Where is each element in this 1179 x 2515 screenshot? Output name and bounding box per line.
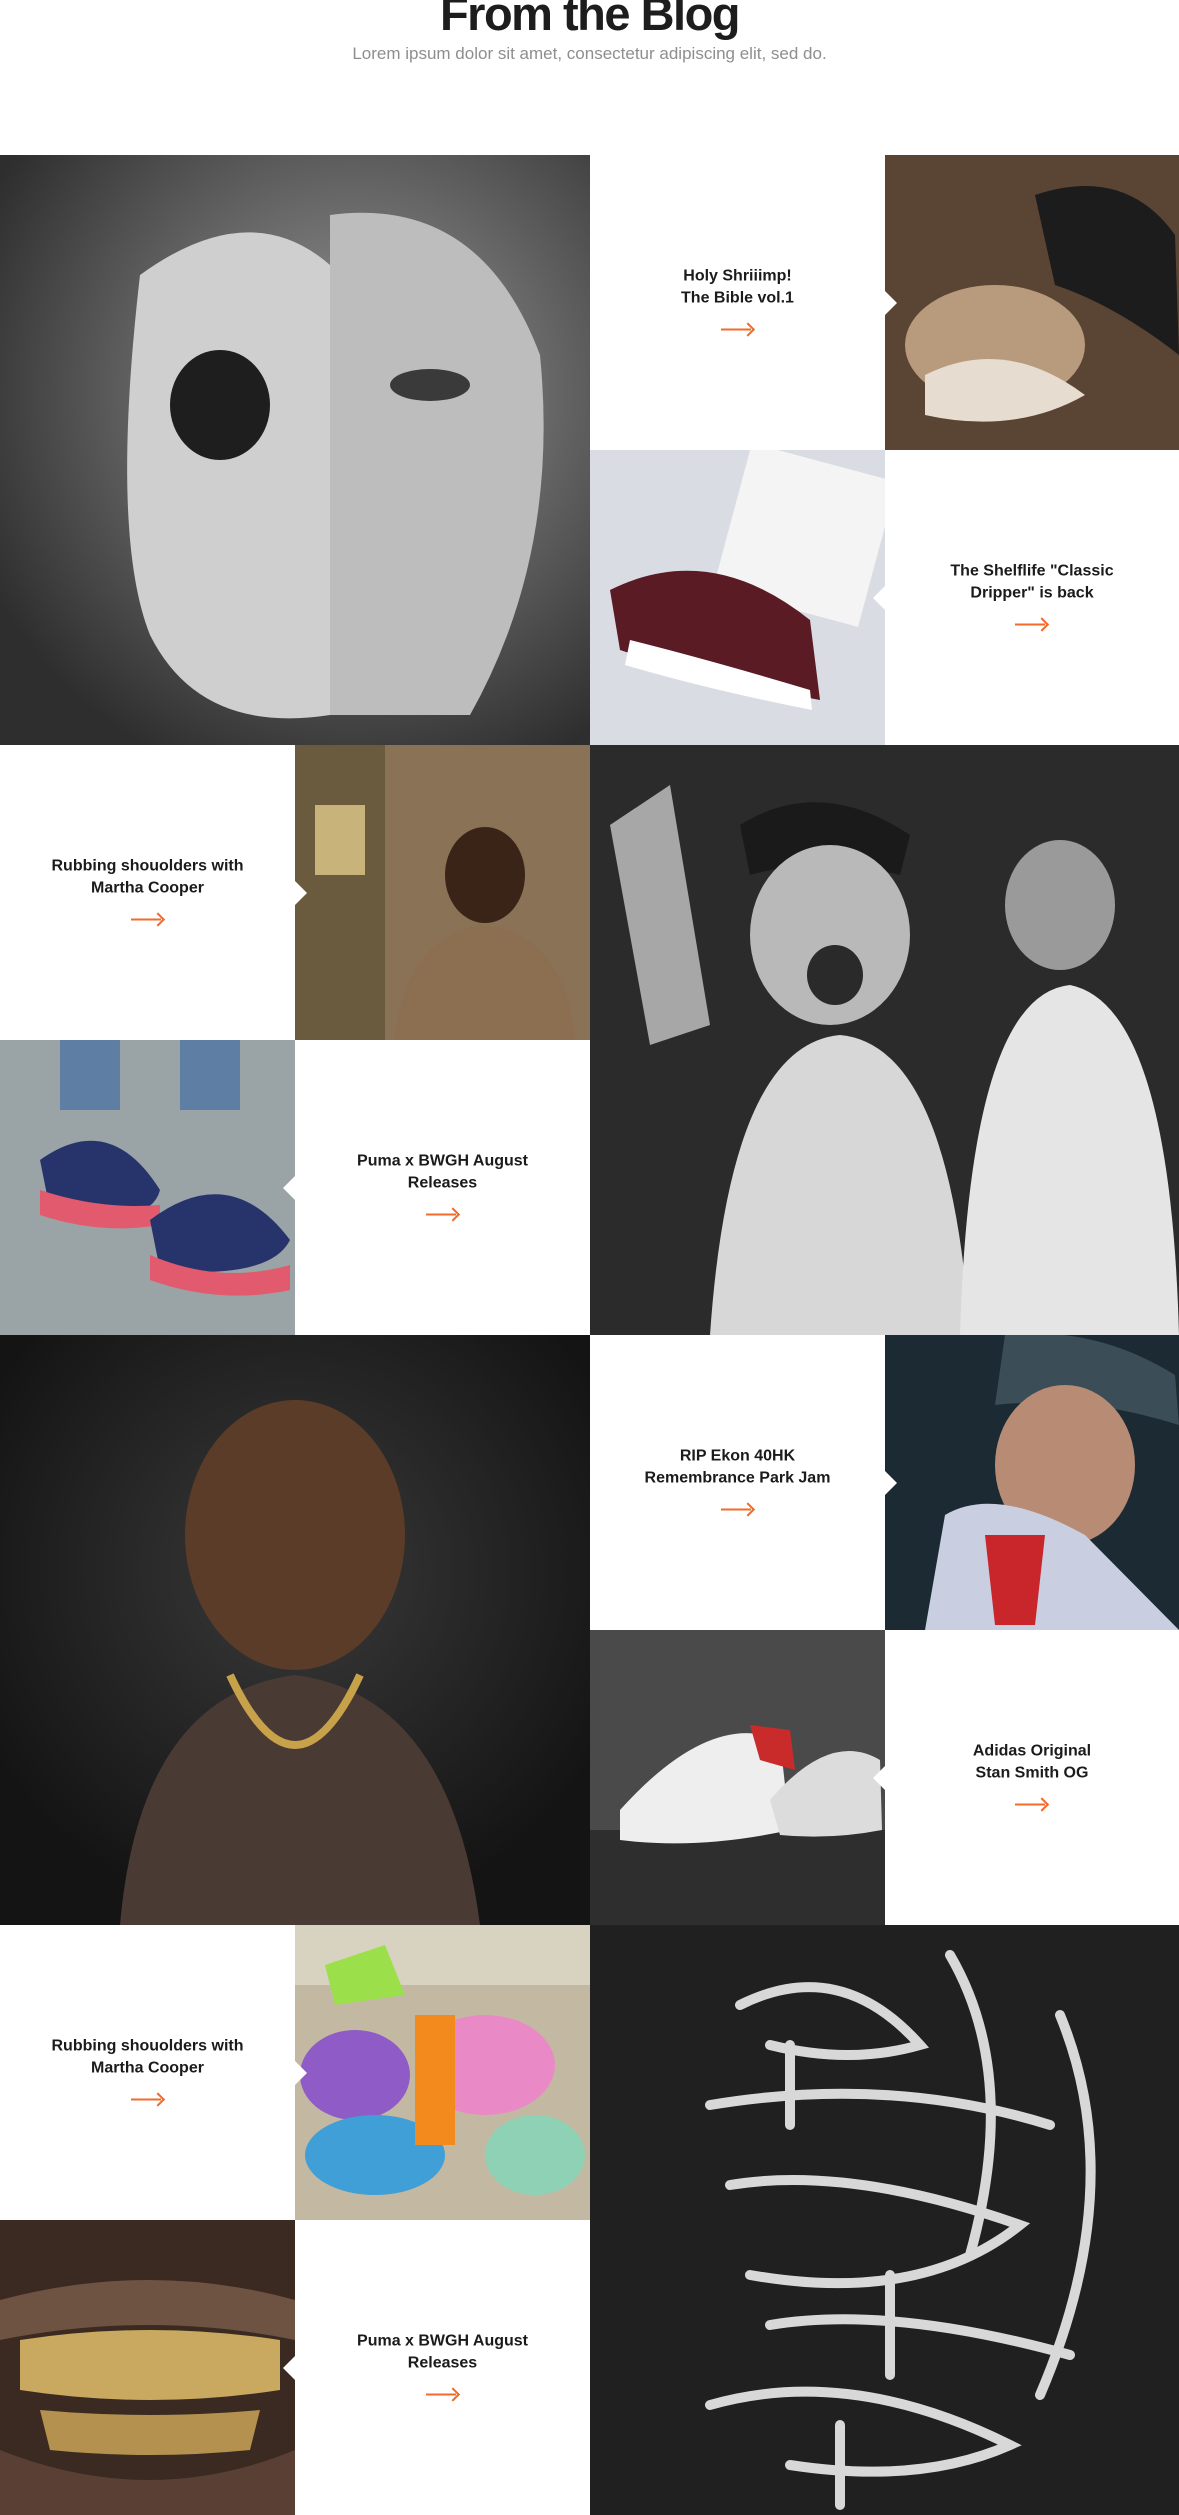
post-title[interactable]: RIP Ekon 40HK Remembrance Park Jam	[590, 1445, 885, 1489]
post-card[interactable]: Rubbing shouolders with Martha Cooper	[0, 1925, 307, 2220]
arrow-right-icon[interactable]	[425, 2388, 460, 2400]
post-title[interactable]: Holy Shriiimp! The Bible vol.1	[590, 265, 885, 309]
arrow-right-icon[interactable]	[720, 323, 755, 335]
arrow-right-icon[interactable]	[130, 913, 165, 925]
arrow-right-icon[interactable]	[1015, 1798, 1049, 1810]
notch-pointer	[885, 1470, 897, 1495]
post-title[interactable]: Rubbing shouolders with Martha Cooper	[0, 855, 295, 899]
white-sneakers-photo[interactable]	[590, 1630, 885, 1925]
skull-face-photo[interactable]	[0, 155, 590, 745]
blog-grid: Holy Shriiimp! The Bible vol.1 The Shelfl…	[0, 155, 1179, 2515]
notch-pointer	[873, 585, 885, 610]
notch-pointer	[295, 2060, 307, 2085]
arrow-right-icon[interactable]	[1015, 618, 1049, 630]
post-card[interactable]: Holy Shriiimp! The Bible vol.1	[590, 155, 897, 450]
puma-sneakers-photo[interactable]	[0, 1040, 295, 1335]
post-card[interactable]: Rubbing shouolders with Martha Cooper	[0, 745, 307, 1040]
post-title[interactable]: Puma x BWGH August Releases	[295, 2330, 590, 2374]
post-card[interactable]: Puma x BWGH August Releases	[283, 2220, 590, 2515]
section-title: From the Blog	[439, 0, 741, 40]
portrait-man-photo[interactable]	[0, 1335, 590, 1925]
post-card[interactable]: The Shelflife "Classic Dripper" is back	[873, 450, 1179, 745]
post-title[interactable]: Adidas Original Stan Smith OG	[885, 1740, 1179, 1784]
girl-with-cap-photo[interactable]	[885, 155, 1179, 450]
post-title[interactable]: Puma x BWGH August Releases	[295, 1150, 590, 1194]
post-title[interactable]: Rubbing shouolders with Martha Cooper	[0, 2035, 295, 2079]
notch-pointer	[283, 1175, 295, 1200]
arrow-right-icon[interactable]	[425, 1208, 460, 1220]
subway-woman-photo[interactable]	[295, 745, 590, 1040]
section-subtitle: Lorem ipsum dolor sit amet, consectetur …	[352, 44, 827, 63]
notch-pointer	[283, 2355, 295, 2380]
post-title[interactable]: The Shelflife "Classic Dripper" is back	[885, 560, 1179, 604]
party-crowd-photo[interactable]	[590, 745, 1179, 1335]
sneaker-box-photo[interactable]	[590, 450, 885, 745]
notch-pointer	[885, 290, 897, 315]
post-card[interactable]: RIP Ekon 40HK Remembrance Park Jam	[590, 1335, 897, 1630]
girl-drinking-photo[interactable]	[885, 1335, 1179, 1630]
graffiti-wall-photo[interactable]	[295, 1925, 590, 2220]
post-card[interactable]: Puma x BWGH August Releases	[283, 1040, 590, 1335]
arrow-right-icon[interactable]	[720, 1503, 755, 1515]
calligraphy-art-photo[interactable]	[590, 1925, 1179, 2515]
arrow-right-icon[interactable]	[130, 2093, 165, 2105]
notch-pointer	[295, 880, 307, 905]
post-card[interactable]: Adidas Original Stan Smith OG	[873, 1630, 1179, 1925]
notch-pointer	[873, 1765, 885, 1790]
gold-teeth-photo[interactable]	[0, 2220, 295, 2515]
blog-header: From the Blog Lorem ipsum dolor sit amet…	[0, 0, 1179, 155]
